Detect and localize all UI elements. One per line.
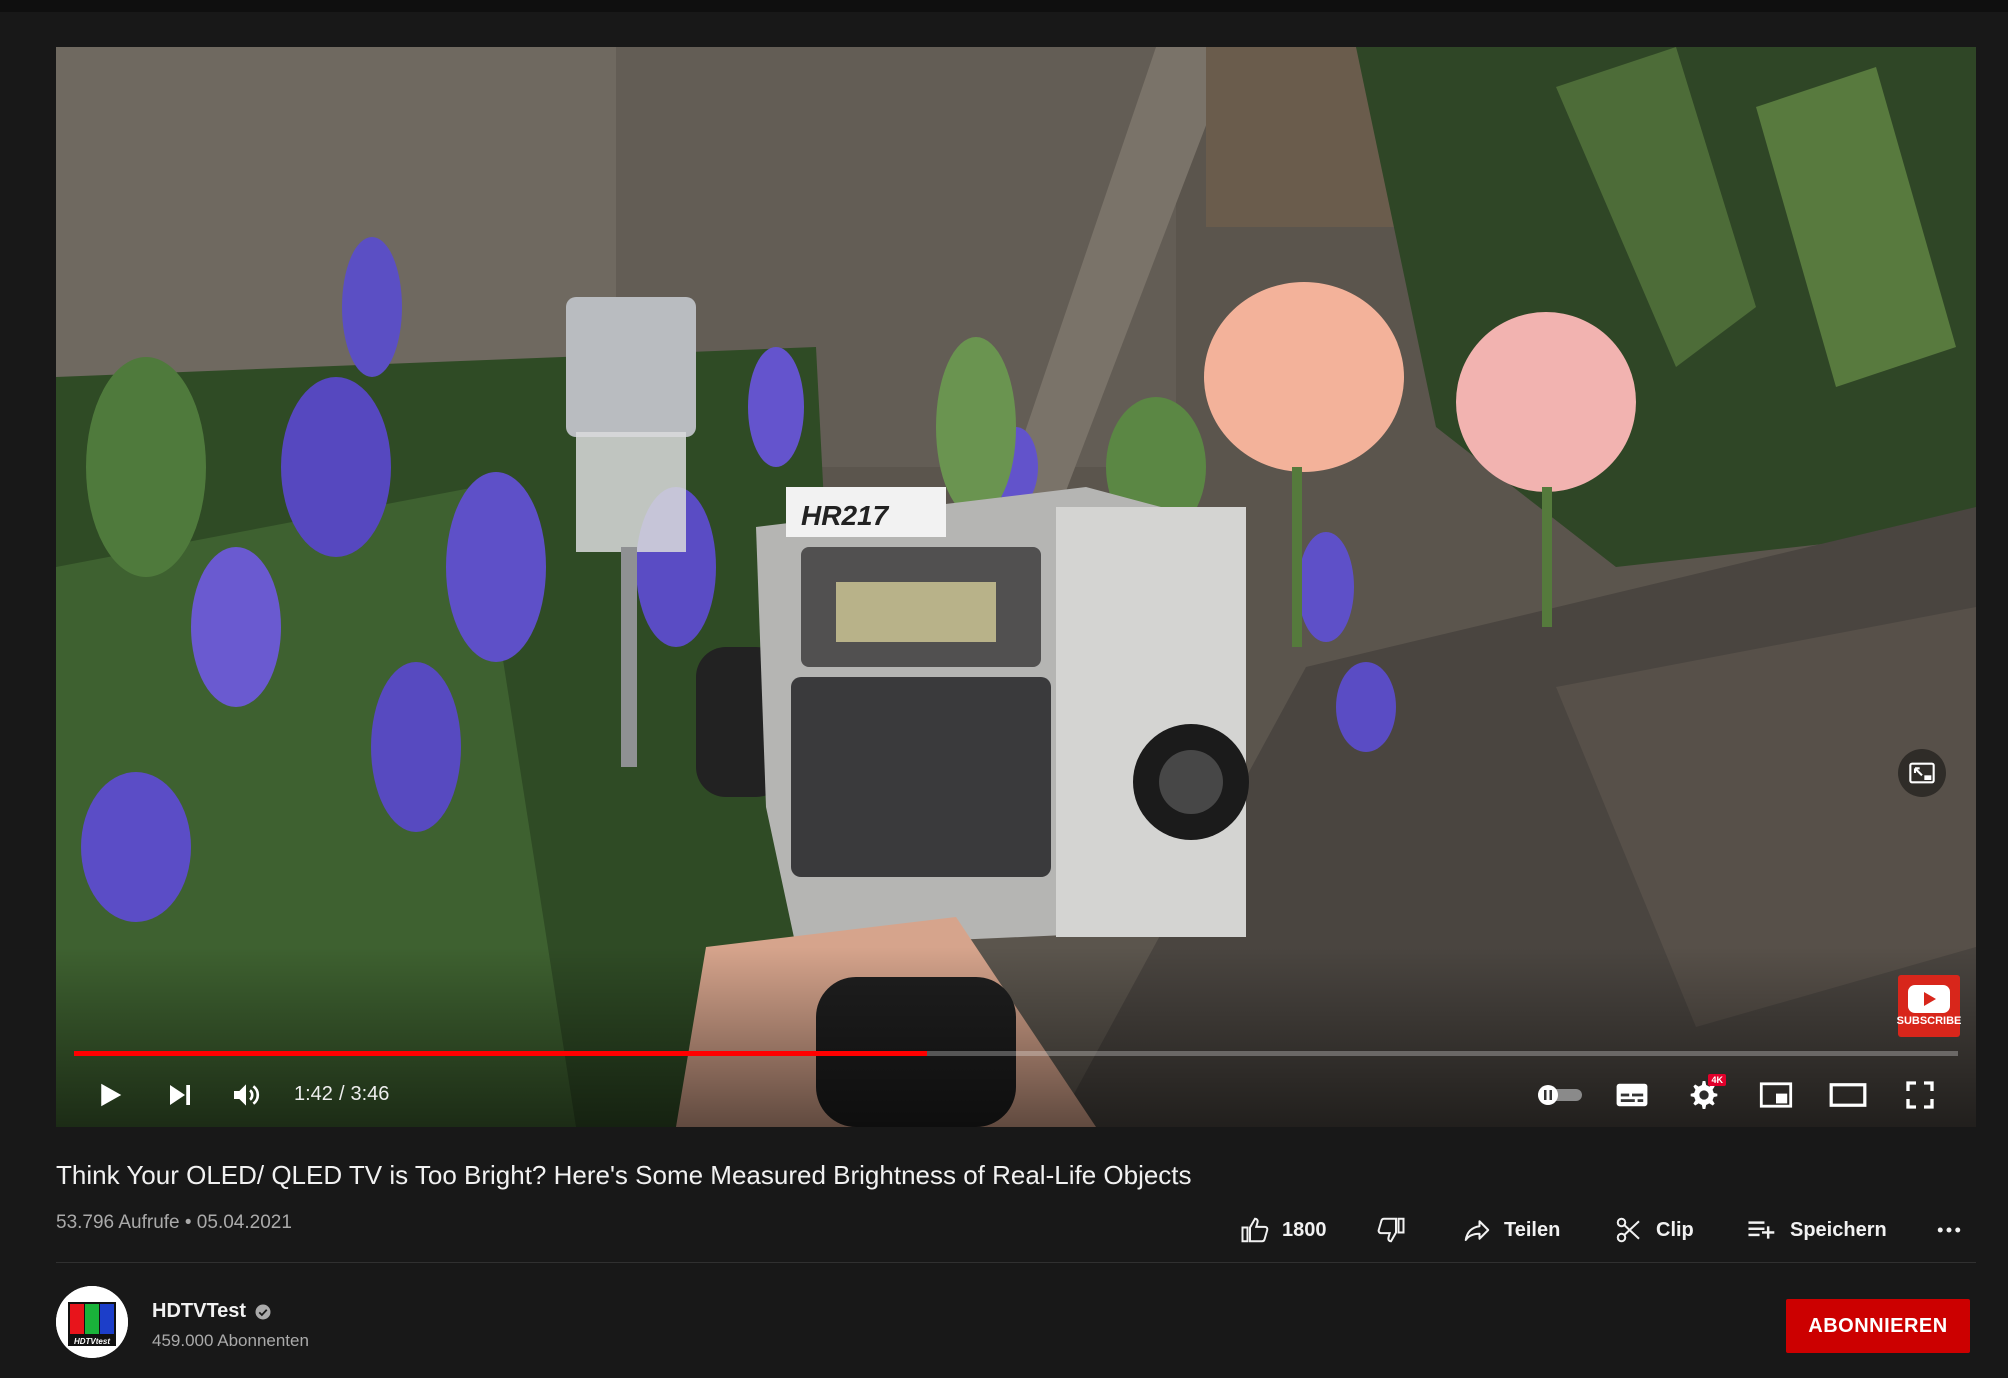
save-label: Speichern (1790, 1218, 1887, 1241)
video-meta: 53.796 Aufrufe • 05.04.2021 (56, 1212, 292, 1233)
share-label: Teilen (1504, 1218, 1561, 1241)
share-button[interactable]: Teilen (1462, 1210, 1560, 1250)
clip-label: Clip (1656, 1218, 1694, 1241)
settings-button[interactable]: 4K (1682, 1073, 1726, 1117)
time-display: 1:42/3:46 (294, 1083, 389, 1106)
miniplayer-mode-icon (1759, 1082, 1793, 1108)
youtube-logo-icon (1908, 985, 1950, 1013)
volume-icon (234, 1084, 260, 1106)
avatar-label: HDTVtest (74, 1337, 110, 1346)
masthead-strip (0, 0, 2008, 12)
verified-icon (254, 1303, 272, 1321)
thumbs-down-icon (1377, 1217, 1405, 1243)
video-actions: 1800 Teilen Clip Speichern (1240, 1210, 1980, 1250)
subtitles-button[interactable] (1610, 1073, 1654, 1117)
fullscreen-button[interactable] (1898, 1073, 1942, 1117)
thumbs-up-icon (1241, 1217, 1269, 1243)
playlist-add-icon (1748, 1221, 1775, 1239)
subscribe-button[interactable]: ABONNIEREN (1786, 1299, 1970, 1353)
next-button[interactable] (158, 1073, 202, 1117)
device-label: HR217 (801, 500, 890, 531)
miniplayer-button[interactable] (1754, 1073, 1798, 1117)
clip-button[interactable]: Clip (1614, 1210, 1694, 1250)
progress-bar-played (74, 1051, 928, 1056)
divider (56, 1262, 1976, 1263)
miniplayer-icon (1909, 762, 1935, 784)
share-icon (1464, 1220, 1490, 1241)
time-current: 1:42 (294, 1083, 333, 1105)
theater-mode-icon (1829, 1083, 1867, 1107)
channel-name[interactable]: HDTVTest (152, 1300, 272, 1323)
channel-avatar[interactable]: HDTVtest (56, 1286, 128, 1358)
video-title: Think Your OLED/ QLED TV is Too Bright? … (56, 1160, 1192, 1190)
autoplay-toggle-icon (1538, 1085, 1582, 1105)
fullscreen-icon (1906, 1081, 1934, 1109)
save-button[interactable]: Speichern (1746, 1210, 1887, 1250)
video-player[interactable]: HR217 SUBSCRIBE 1:42 / 3:46 4K (56, 47, 1976, 1127)
player-controls: 1:42/3:46 4K (56, 1067, 1976, 1123)
like-button[interactable]: 1800 (1240, 1210, 1327, 1250)
like-count: 1800 (1282, 1218, 1327, 1241)
scissors-icon (1616, 1217, 1640, 1243)
subscriber-count: 459.000 Abonnenten (152, 1331, 309, 1350)
progress-bar[interactable] (74, 1051, 1958, 1056)
subscribe-watermark[interactable]: SUBSCRIBE (1896, 975, 1962, 1037)
dislike-button[interactable] (1376, 1210, 1418, 1250)
time-total: 3:46 (350, 1083, 390, 1105)
quality-badge: 4K (1708, 1074, 1726, 1086)
more-horizontal-icon (1937, 1227, 1961, 1233)
subtitles-icon (1616, 1083, 1648, 1107)
time-separator: / (338, 1083, 345, 1105)
play-icon (101, 1083, 122, 1107)
watermark-label: SUBSCRIBE (1896, 1015, 1962, 1027)
cast-to-miniplayer-button[interactable] (1898, 749, 1946, 797)
play-button[interactable] (88, 1073, 132, 1117)
skip-next-icon (170, 1085, 190, 1105)
autoplay-toggle[interactable] (1530, 1073, 1590, 1117)
more-actions-button[interactable] (1934, 1210, 1976, 1250)
channel-name-text: HDTVTest (152, 1300, 247, 1322)
hdtvtest-logo-icon: HDTVtest (56, 1286, 128, 1358)
mute-button[interactable] (224, 1073, 268, 1117)
theater-mode-button[interactable] (1826, 1073, 1870, 1117)
